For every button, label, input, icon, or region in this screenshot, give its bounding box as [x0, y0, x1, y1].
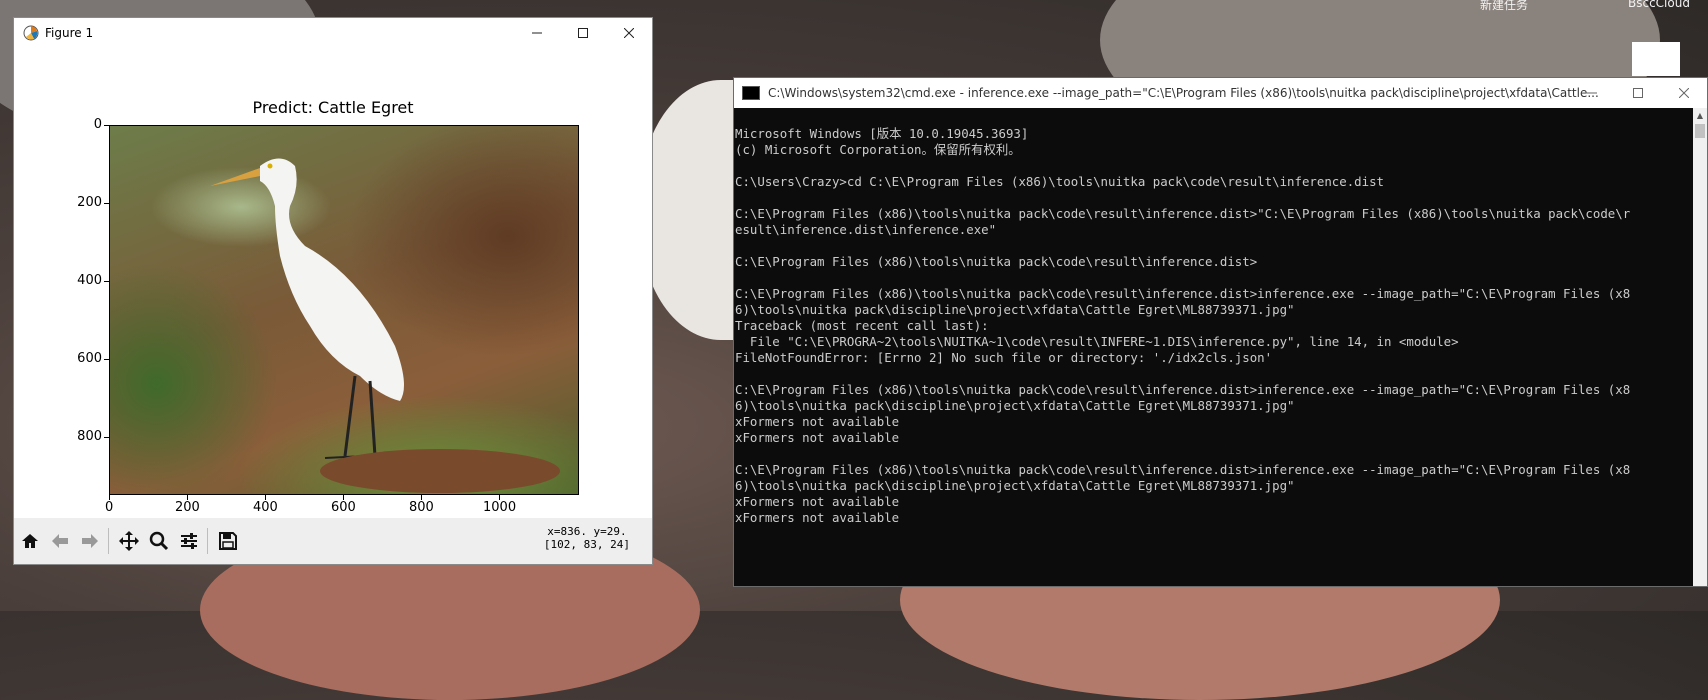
terminal-line: File "C:\E\PROGRA~2\tools\NUITKA~1\code\… [735, 334, 1459, 349]
matplotlib-logo-icon [23, 25, 39, 41]
close-icon [1679, 88, 1689, 98]
y-tick-mark [104, 125, 109, 126]
terminal-line: xFormers not available [735, 494, 900, 509]
pan-button[interactable] [115, 527, 143, 555]
cmd-window: C:\Windows\system32\cmd.exe - inference.… [733, 77, 1708, 587]
terminal-line: Traceback (most recent call last): [735, 318, 989, 333]
back-arrow-icon [52, 534, 68, 548]
cmd-title: C:\Windows\system32\cmd.exe - inference.… [768, 86, 1598, 100]
maximize-icon [578, 28, 588, 38]
terminal-line: esult\inference.dist\inference.exe" [735, 222, 997, 237]
terminal-output[interactable]: Microsoft Windows [版本 10.0.19045.3693] (c… [734, 108, 1693, 586]
plot-canvas[interactable]: Predict: Cattle Egret 0 200 400 600 800 … [14, 48, 652, 518]
terminal-line: xFormers not available [735, 510, 900, 525]
plot-title: Predict: Cattle Egret [252, 98, 414, 117]
y-tick-label: 400 [77, 273, 102, 288]
close-button[interactable] [1661, 78, 1707, 108]
pan-icon [119, 531, 139, 551]
maximize-icon [1633, 88, 1643, 98]
x-tick-label: 800 [409, 500, 434, 515]
terminal-line: C:\Users\Crazy>cd C:\E\Program Files (x8… [735, 174, 1385, 189]
toolbar-separator [207, 528, 208, 554]
coord-xy: x=836. y=29. [547, 525, 627, 538]
y-tick-mark [104, 437, 109, 438]
figure-titlebar[interactable]: Figure 1 [14, 18, 652, 48]
cattle-egret-image [210, 158, 560, 493]
cmd-scrollbar[interactable]: ▲ [1693, 108, 1707, 586]
desktop-label-bscccloud[interactable]: BsccCloud [1628, 0, 1690, 10]
y-tick-label: 200 [77, 195, 102, 210]
y-tick-label: 800 [77, 429, 102, 444]
minimize-button[interactable] [1569, 78, 1615, 108]
figure-toolbar: x=836. y=29. [102, 83, 24] [14, 518, 652, 564]
desktop-label-new-task[interactable]: 新建任务 [1480, 0, 1528, 13]
terminal-line: xFormers not available [735, 414, 900, 429]
terminal-line: C:\E\Program Files (x86)\tools\nuitka pa… [735, 462, 1631, 477]
terminal-line: 6)\tools\nuitka pack\discipline\project\… [735, 478, 1295, 493]
terminal-line: Microsoft Windows [版本 10.0.19045.3693] [735, 126, 1029, 141]
desktop-file-thumbnail[interactable] [1632, 42, 1680, 76]
home-icon [22, 534, 38, 548]
cmd-titlebar[interactable]: C:\Windows\system32\cmd.exe - inference.… [734, 78, 1707, 108]
y-tick-mark [104, 359, 109, 360]
home-button[interactable] [16, 527, 44, 555]
minimize-button[interactable] [514, 18, 560, 48]
terminal-line: 6)\tools\nuitka pack\discipline\project\… [735, 398, 1295, 413]
minimize-icon [1587, 92, 1597, 94]
forward-button[interactable] [76, 527, 104, 555]
back-button[interactable] [46, 527, 74, 555]
configure-subplots-button[interactable] [175, 527, 203, 555]
figure-title: Figure 1 [45, 26, 94, 40]
cmd-app-icon [742, 86, 760, 100]
predicted-image [109, 125, 579, 495]
x-tick-label: 0 [105, 500, 114, 515]
close-icon [624, 28, 634, 38]
minimize-icon [532, 32, 542, 34]
y-tick-label: 600 [77, 351, 102, 366]
terminal-line: C:\E\Program Files (x86)\tools\nuitka pa… [735, 286, 1631, 301]
x-tick-label: 400 [253, 500, 278, 515]
maximize-button[interactable] [560, 18, 606, 48]
terminal-line: xFormers not available [735, 430, 900, 445]
scroll-thumb[interactable] [1695, 124, 1705, 138]
x-tick-label: 1000 [483, 500, 517, 515]
zoom-button[interactable] [145, 527, 173, 555]
x-tick-label: 600 [331, 500, 356, 515]
terminal-line: C:\E\Program Files (x86)\tools\nuitka pa… [735, 254, 1258, 269]
x-tick-label: 200 [175, 500, 200, 515]
zoom-icon [149, 531, 169, 551]
forward-arrow-icon [82, 534, 98, 548]
toolbar-separator [108, 528, 109, 554]
coord-pixel-value: [102, 83, 24] [543, 538, 630, 551]
terminal-line: C:\E\Program Files (x86)\tools\nuitka pa… [735, 382, 1631, 397]
close-button[interactable] [606, 18, 652, 48]
save-button[interactable] [214, 527, 242, 555]
y-tick-mark [104, 203, 109, 204]
terminal-line: 6)\tools\nuitka pack\discipline\project\… [735, 302, 1295, 317]
cursor-coordinate-readout: x=836. y=29. [102, 83, 24] [544, 525, 630, 551]
terminal-line: (c) Microsoft Corporation。保留所有权利。 [735, 142, 1021, 157]
terminal-line: FileNotFoundError: [Errno 2] No such fil… [735, 350, 1273, 365]
terminal-line: C:\E\Program Files (x86)\tools\nuitka pa… [735, 206, 1631, 221]
scroll-up-arrow-icon[interactable]: ▲ [1693, 108, 1707, 122]
save-icon [219, 532, 237, 550]
maximize-button[interactable] [1615, 78, 1661, 108]
configure-subplots-icon [181, 533, 197, 549]
y-tick-label: 0 [93, 117, 102, 132]
y-tick-mark [104, 281, 109, 282]
figure-window: Figure 1 Predict: Cattle Egret 0 200 400… [13, 17, 653, 565]
